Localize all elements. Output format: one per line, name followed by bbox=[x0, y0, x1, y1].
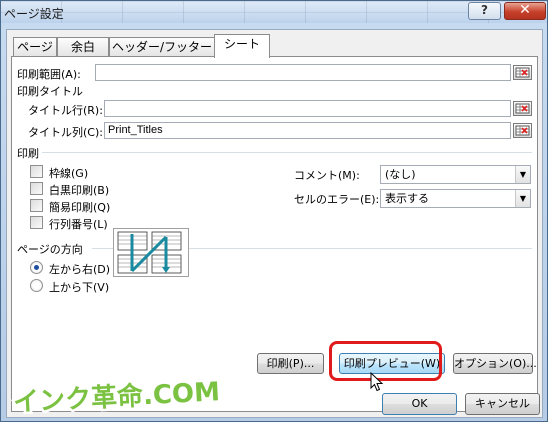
print-area-field[interactable] bbox=[95, 64, 511, 81]
draft-quality-checkbox[interactable] bbox=[30, 199, 43, 212]
order-down-then-over-radio[interactable] bbox=[30, 279, 43, 292]
highlight-box bbox=[329, 341, 442, 381]
title-cols-field[interactable]: Print_Titles bbox=[104, 122, 511, 139]
page-order-icon bbox=[113, 228, 189, 277]
cancel-button[interactable]: キャンセル bbox=[465, 393, 540, 415]
title-rows-field[interactable] bbox=[104, 100, 511, 117]
print-heading: 印刷 bbox=[17, 147, 39, 160]
range-picker-icon[interactable] bbox=[513, 65, 532, 80]
page-setup-dialog: ページ設定 ? ✕ ページ 余白 ヘッダー/フッター シート 印刷範囲(A): … bbox=[0, 0, 548, 422]
print-area-label: 印刷範囲(A): bbox=[17, 68, 81, 81]
comments-label: コメント(M): bbox=[294, 169, 360, 182]
dialog-client: ページ 余白 ヘッダー/フッター シート 印刷範囲(A): 印刷タイトル タイト… bbox=[6, 29, 543, 418]
watermark-logo: インク革命.COM bbox=[10, 376, 219, 416]
order-over-then-down-label: 左から右(D) bbox=[49, 263, 111, 276]
order-down-then-over-label: 上から下(V) bbox=[49, 281, 110, 294]
window-title: ページ設定 bbox=[4, 7, 64, 21]
print-group-divider bbox=[42, 152, 532, 153]
range-picker-icon[interactable] bbox=[513, 101, 532, 116]
title-cols-label: タイトル列(C): bbox=[28, 126, 103, 139]
tab-margins[interactable]: 余白 bbox=[57, 37, 109, 57]
black-white-label: 白黒印刷(B) bbox=[49, 184, 110, 197]
cell-errors-label: セルのエラー(E): bbox=[294, 193, 380, 206]
black-white-checkbox[interactable] bbox=[30, 182, 43, 195]
chevron-down-icon: ▼ bbox=[515, 166, 530, 183]
tab-header-footer[interactable]: ヘッダー/フッター bbox=[109, 37, 215, 57]
sheet-tab-panel: 印刷範囲(A): 印刷タイトル タイトル行(R): タイトル列(C): Prin… bbox=[11, 56, 538, 412]
help-button[interactable]: ? bbox=[468, 2, 501, 20]
page-order-heading: ページの方向 bbox=[17, 243, 83, 256]
title-rows-label: タイトル行(R): bbox=[28, 104, 103, 117]
options-button[interactable]: オプション(O)... bbox=[453, 353, 537, 374]
row-col-headings-label: 行列番号(L) bbox=[49, 218, 108, 231]
mouse-cursor-icon bbox=[370, 372, 384, 392]
range-picker-icon[interactable] bbox=[513, 123, 532, 138]
tab-page[interactable]: ページ bbox=[13, 37, 57, 57]
close-button[interactable]: ✕ bbox=[504, 2, 546, 20]
print-button[interactable]: 印刷(P)... bbox=[257, 353, 324, 374]
draft-quality-label: 簡易印刷(Q) bbox=[49, 201, 111, 214]
row-col-headings-checkbox[interactable] bbox=[30, 216, 43, 229]
cell-errors-select[interactable]: 表示する ▼ bbox=[380, 189, 531, 208]
svg-text:インク革命.COM: インク革命.COM bbox=[12, 376, 219, 416]
close-icon: ✕ bbox=[519, 2, 531, 18]
print-titles-heading: 印刷タイトル bbox=[17, 85, 83, 98]
tab-sheet[interactable]: シート bbox=[214, 34, 270, 58]
comments-select[interactable]: (なし) ▼ bbox=[380, 165, 531, 184]
gridlines-checkbox[interactable] bbox=[30, 165, 43, 178]
order-over-then-down-radio[interactable] bbox=[30, 261, 43, 274]
ok-button[interactable]: OK bbox=[382, 393, 457, 415]
gridlines-label: 枠線(G) bbox=[49, 167, 89, 180]
title-bar: ページ設定 ? ✕ bbox=[1, 1, 547, 23]
chevron-down-icon: ▼ bbox=[515, 190, 530, 207]
background-spreadsheet bbox=[1, 1, 547, 23]
help-icon: ? bbox=[481, 3, 488, 17]
